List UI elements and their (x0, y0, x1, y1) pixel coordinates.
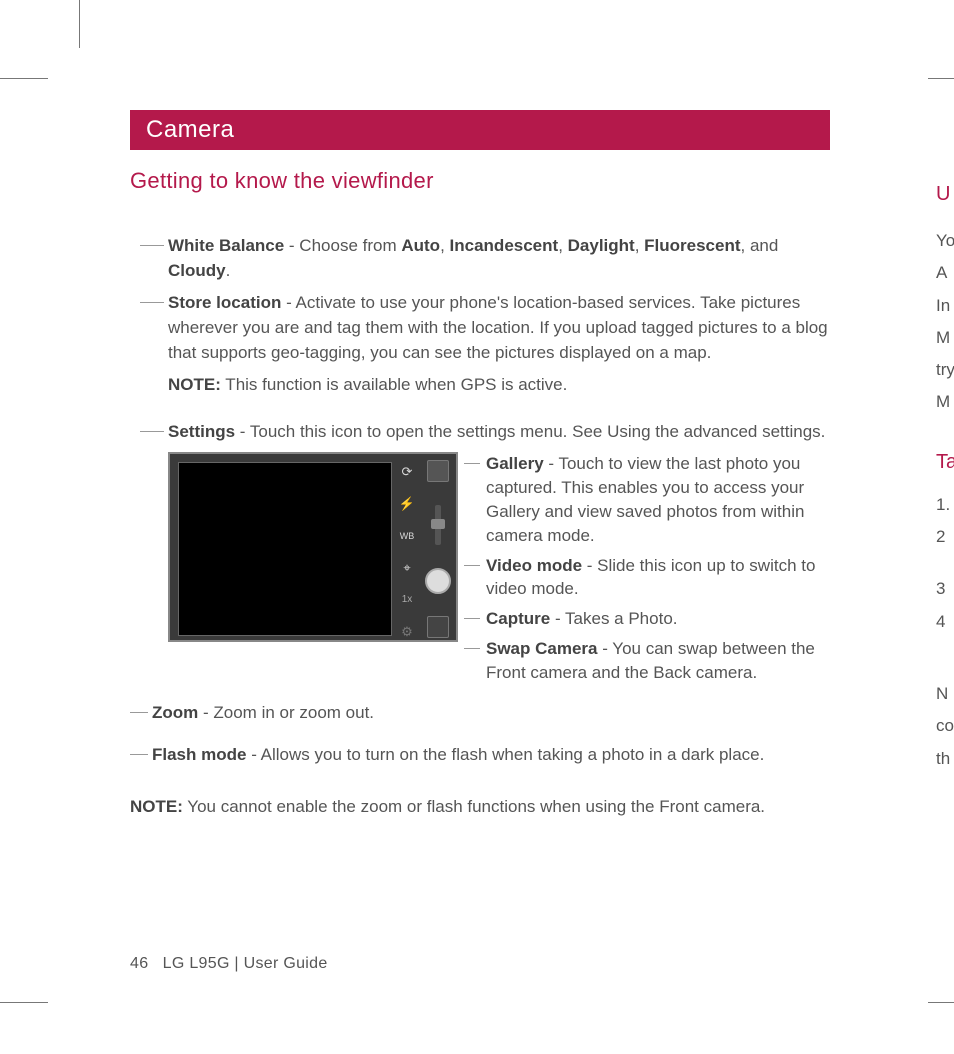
label: Swap Camera (486, 639, 598, 658)
cutoff-text: Yo (936, 225, 954, 257)
viewfinder-illustration: ⟳ ⚡ WB ⌖ 1x ⚙ (168, 452, 458, 642)
leader-line (140, 302, 164, 303)
text: This function is available when GPS is a… (221, 375, 567, 394)
viewfinder-right-controls (424, 460, 452, 638)
label: White Balance (168, 236, 284, 255)
leader-line (130, 754, 148, 755)
text: - Allows you to turn on the flash when t… (246, 745, 764, 764)
label: Store location (168, 293, 281, 312)
text: - Takes a Photo. (550, 609, 677, 628)
cutoff-text: 3 (936, 573, 954, 605)
viewfinder-diagram: ⟳ ⚡ WB ⌖ 1x ⚙ Gallery - Touch to view th… (130, 452, 830, 690)
cutoff-text: U (936, 175, 954, 213)
opt: Fluorescent (644, 236, 740, 255)
viewfinder-left-icons: ⟳ ⚡ WB ⌖ 1x ⚙ (395, 462, 419, 642)
cutoff-text: N (936, 678, 954, 710)
section-title: Camera (130, 110, 830, 150)
cutoff-text: M (936, 322, 954, 354)
cutoff-text: th (936, 743, 954, 775)
right-callouts: Gallery - Touch to view the last photo y… (480, 452, 830, 690)
white-balance-icon: WB (397, 526, 417, 546)
swap-button-icon (427, 616, 449, 638)
product-name: LG L95G (163, 955, 230, 972)
gallery-thumbnail-icon (427, 460, 449, 482)
zoom-icon: 1x (397, 590, 417, 610)
geotag-icon: ⌖ (397, 558, 417, 578)
text: You cannot enable the zoom or flash func… (183, 797, 765, 816)
opt: Cloudy (168, 261, 226, 280)
item-video-mode: Video mode - Slide this icon up to switc… (480, 554, 830, 602)
item-gallery: Gallery - Touch to view the last photo y… (480, 452, 830, 547)
shutter-button-icon (425, 568, 451, 594)
item-flash-mode: Flash mode - Allows you to turn on the f… (130, 743, 830, 768)
leader-line (140, 245, 164, 246)
text: - Zoom in or zoom out. (198, 703, 374, 722)
text: - Choose from (284, 236, 401, 255)
next-page-cutoff: U Yo A In M try M Ta 1. 2 3 4 N co th (936, 175, 954, 775)
mode-slider-icon (435, 505, 441, 545)
cutoff-text: Ta (936, 443, 954, 481)
item-zoom: Zoom - Zoom in or zoom out. (130, 701, 830, 726)
settings-icon: ⚙ (397, 622, 417, 642)
text: - Touch this icon to open the settings m… (235, 422, 825, 441)
page-content: Camera Getting to know the viewfinder Wh… (130, 110, 830, 819)
item-white-balance: White Balance - Choose from Auto, Incand… (130, 234, 830, 283)
footer-note: NOTE: You cannot enable the zoom or flas… (130, 794, 830, 820)
text: . (226, 261, 231, 280)
cutoff-text: try (936, 354, 954, 386)
label: NOTE: (168, 375, 221, 394)
doc-type: User Guide (244, 955, 328, 972)
cutoff-text: M (936, 386, 954, 418)
opt: Auto (401, 236, 440, 255)
cutoff-text: 4 (936, 606, 954, 638)
crop-mark (928, 1002, 954, 1003)
flash-icon: ⚡ (397, 494, 417, 514)
separator: | (230, 955, 244, 972)
cutoff-text: A (936, 257, 954, 289)
cutoff-text: In (936, 290, 954, 322)
body-block: White Balance - Choose from Auto, Incand… (130, 234, 830, 819)
label: Zoom (152, 703, 198, 722)
cutoff-text: co (936, 710, 954, 742)
label: Video mode (486, 556, 582, 575)
label: NOTE: (130, 797, 183, 816)
opt: Daylight (568, 236, 635, 255)
leader-line (130, 712, 148, 713)
item-settings: Settings - Touch this icon to open the s… (130, 420, 830, 445)
item-store-location-note: NOTE: This function is available when GP… (130, 373, 830, 398)
subheading: Getting to know the viewfinder (130, 168, 830, 194)
opt: Incandescent (450, 236, 559, 255)
label: Gallery (486, 454, 544, 473)
cutoff-text: 2 (936, 521, 954, 553)
item-swap-camera: Swap Camera - You can swap between the F… (480, 637, 830, 685)
swap-camera-icon: ⟳ (397, 462, 417, 482)
crop-mark (0, 1002, 48, 1003)
item-capture: Capture - Takes a Photo. (480, 607, 830, 631)
crop-mark (928, 78, 954, 79)
crop-mark (0, 78, 48, 79)
page-footer: 46 LG L95G | User Guide (130, 955, 328, 973)
leader-line (140, 431, 164, 432)
item-store-location: Store location - Activate to use your ph… (130, 291, 830, 365)
cutoff-text: 1. (936, 489, 954, 521)
page-number: 46 (130, 955, 148, 972)
label: Capture (486, 609, 550, 628)
crop-mark (79, 0, 80, 48)
label: Settings (168, 422, 235, 441)
viewfinder-screen (178, 462, 392, 636)
label: Flash mode (152, 745, 246, 764)
